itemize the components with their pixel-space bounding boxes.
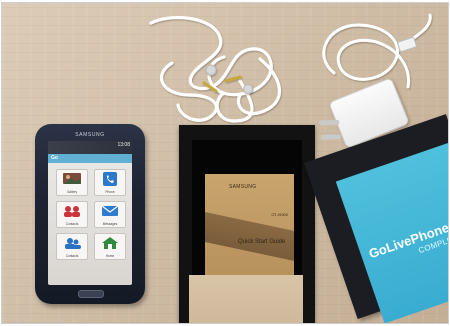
app-tile-contacts[interactable]: Contacts — [56, 201, 88, 228]
photo-icon — [63, 173, 81, 184]
app-tile-gallery[interactable]: Gallery — [56, 169, 88, 196]
home-icon — [102, 237, 118, 249]
home-grid: Gallery Phone Contacts Messages Contacts… — [48, 163, 132, 285]
charger-prong-left — [319, 119, 340, 126]
product-photo: SAMSUNG 13:08 Go Gallery Phone Contacts … — [2, 3, 448, 323]
people-icon — [64, 206, 80, 217]
app-tile-contacts-2[interactable]: Contacts — [56, 233, 88, 260]
status-time: 13:08 — [117, 142, 130, 148]
booklet-model: GT-I9300 — [271, 212, 288, 217]
app-label: Phone — [105, 190, 115, 194]
app-bar: Go — [48, 154, 132, 163]
app-label: Contacts — [65, 222, 79, 226]
app-label: Home — [105, 254, 115, 258]
app-tile-messages[interactable]: Messages — [94, 201, 126, 228]
booklet-title: Quick Start Guide — [238, 239, 286, 245]
booklet-brand: SAMSUNG — [229, 184, 257, 190]
app-label: Gallery — [66, 190, 78, 194]
phone-icon — [103, 172, 117, 186]
app-tile-phone[interactable]: Phone — [94, 169, 126, 196]
status-bar: 13:08 — [48, 141, 132, 154]
app-label: Contacts — [65, 254, 79, 258]
smartphone: SAMSUNG 13:08 Go Gallery Phone Contacts … — [35, 124, 145, 304]
app-label: Messages — [102, 222, 118, 226]
warranty-card — [189, 275, 303, 323]
quick-start-guide: SAMSUNG GT-I9300 Quick Start Guide — [205, 174, 294, 277]
message-icon — [101, 205, 119, 216]
charger-prong-right — [320, 134, 341, 140]
contacts-icon — [65, 238, 81, 249]
app-logo: Go — [51, 155, 58, 161]
booklet-stripe — [205, 212, 294, 261]
app-tile-home[interactable]: Home — [94, 233, 126, 260]
home-button[interactable] — [78, 290, 104, 298]
phone-screen: 13:08 Go Gallery Phone Contacts Messages… — [48, 141, 132, 285]
phone-brand: SAMSUNG — [75, 132, 105, 138]
